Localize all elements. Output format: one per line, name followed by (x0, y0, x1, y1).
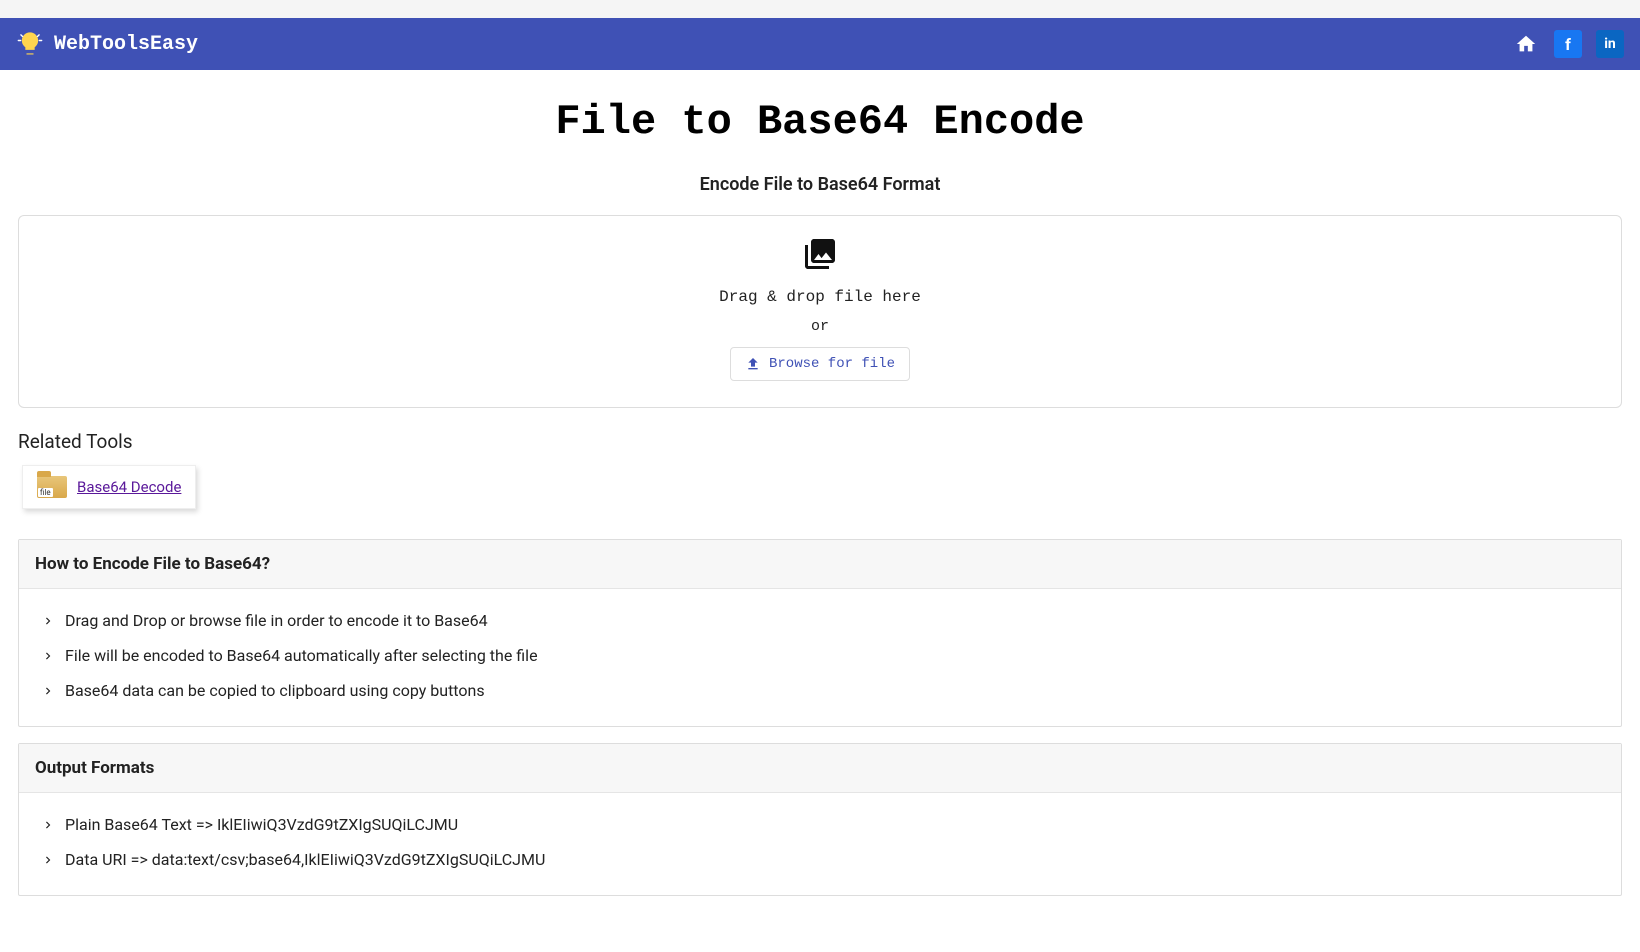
output-heading: Output Formats (19, 744, 1621, 793)
navbar-right: f in (1512, 30, 1624, 58)
related-tool-card[interactable]: file Base64 Decode (22, 465, 196, 509)
howto-step-text: File will be encoded to Base64 automatic… (65, 646, 538, 665)
page-title: File to Base64 Encode (18, 98, 1622, 146)
chevron-right-icon (41, 853, 55, 867)
file-dropzone[interactable]: Drag & drop file here or Browse for file (18, 215, 1622, 408)
list-item: Drag and Drop or browse file in order to… (35, 603, 1605, 638)
output-item-text: Plain Base64 Text => IklEIiwiQ3VzdG9tZXI… (65, 815, 458, 834)
dropzone-or: or (811, 318, 829, 335)
page-subtitle: Encode File to Base64 Format (18, 174, 1622, 195)
related-tool-link[interactable]: Base64 Decode (77, 478, 181, 496)
top-spacer (0, 0, 1640, 18)
output-body: Plain Base64 Text => IklEIiwiQ3VzdG9tZXI… (19, 793, 1621, 895)
chevron-right-icon (41, 684, 55, 698)
brand-name: WebToolsEasy (54, 33, 198, 56)
howto-step-text: Drag and Drop or browse file in order to… (65, 611, 488, 630)
image-stack-icon (802, 236, 838, 276)
navbar-brand-group[interactable]: WebToolsEasy (16, 30, 198, 58)
output-item-text: Data URI => data:text/csv;base64,IklEIiw… (65, 850, 545, 869)
chevron-right-icon (41, 649, 55, 663)
output-panel: Output Formats Plain Base64 Text => IklE… (18, 743, 1622, 896)
list-item: Plain Base64 Text => IklEIiwiQ3VzdG9tZXI… (35, 807, 1605, 842)
main-content: File to Base64 Encode Encode File to Bas… (0, 70, 1640, 952)
browse-file-button[interactable]: Browse for file (730, 347, 910, 381)
list-item: Data URI => data:text/csv;base64,IklEIiw… (35, 842, 1605, 877)
list-item: File will be encoded to Base64 automatic… (35, 638, 1605, 673)
howto-body: Drag and Drop or browse file in order to… (19, 589, 1621, 726)
home-icon[interactable] (1512, 30, 1540, 58)
lightbulb-icon (16, 30, 44, 58)
browse-file-label: Browse for file (769, 356, 895, 372)
linkedin-icon[interactable]: in (1596, 30, 1624, 58)
upload-icon (745, 356, 761, 372)
chevron-right-icon (41, 818, 55, 832)
facebook-icon[interactable]: f (1554, 30, 1582, 58)
howto-panel: How to Encode File to Base64? Drag and D… (18, 539, 1622, 727)
folder-file-icon: file (37, 476, 67, 498)
howto-heading: How to Encode File to Base64? (19, 540, 1621, 589)
chevron-right-icon (41, 614, 55, 628)
related-tools-heading: Related Tools (18, 430, 1622, 453)
dropzone-text: Drag & drop file here (719, 288, 921, 306)
howto-step-text: Base64 data can be copied to clipboard u… (65, 681, 485, 700)
navbar: WebToolsEasy f in (0, 18, 1640, 70)
list-item: Base64 data can be copied to clipboard u… (35, 673, 1605, 708)
